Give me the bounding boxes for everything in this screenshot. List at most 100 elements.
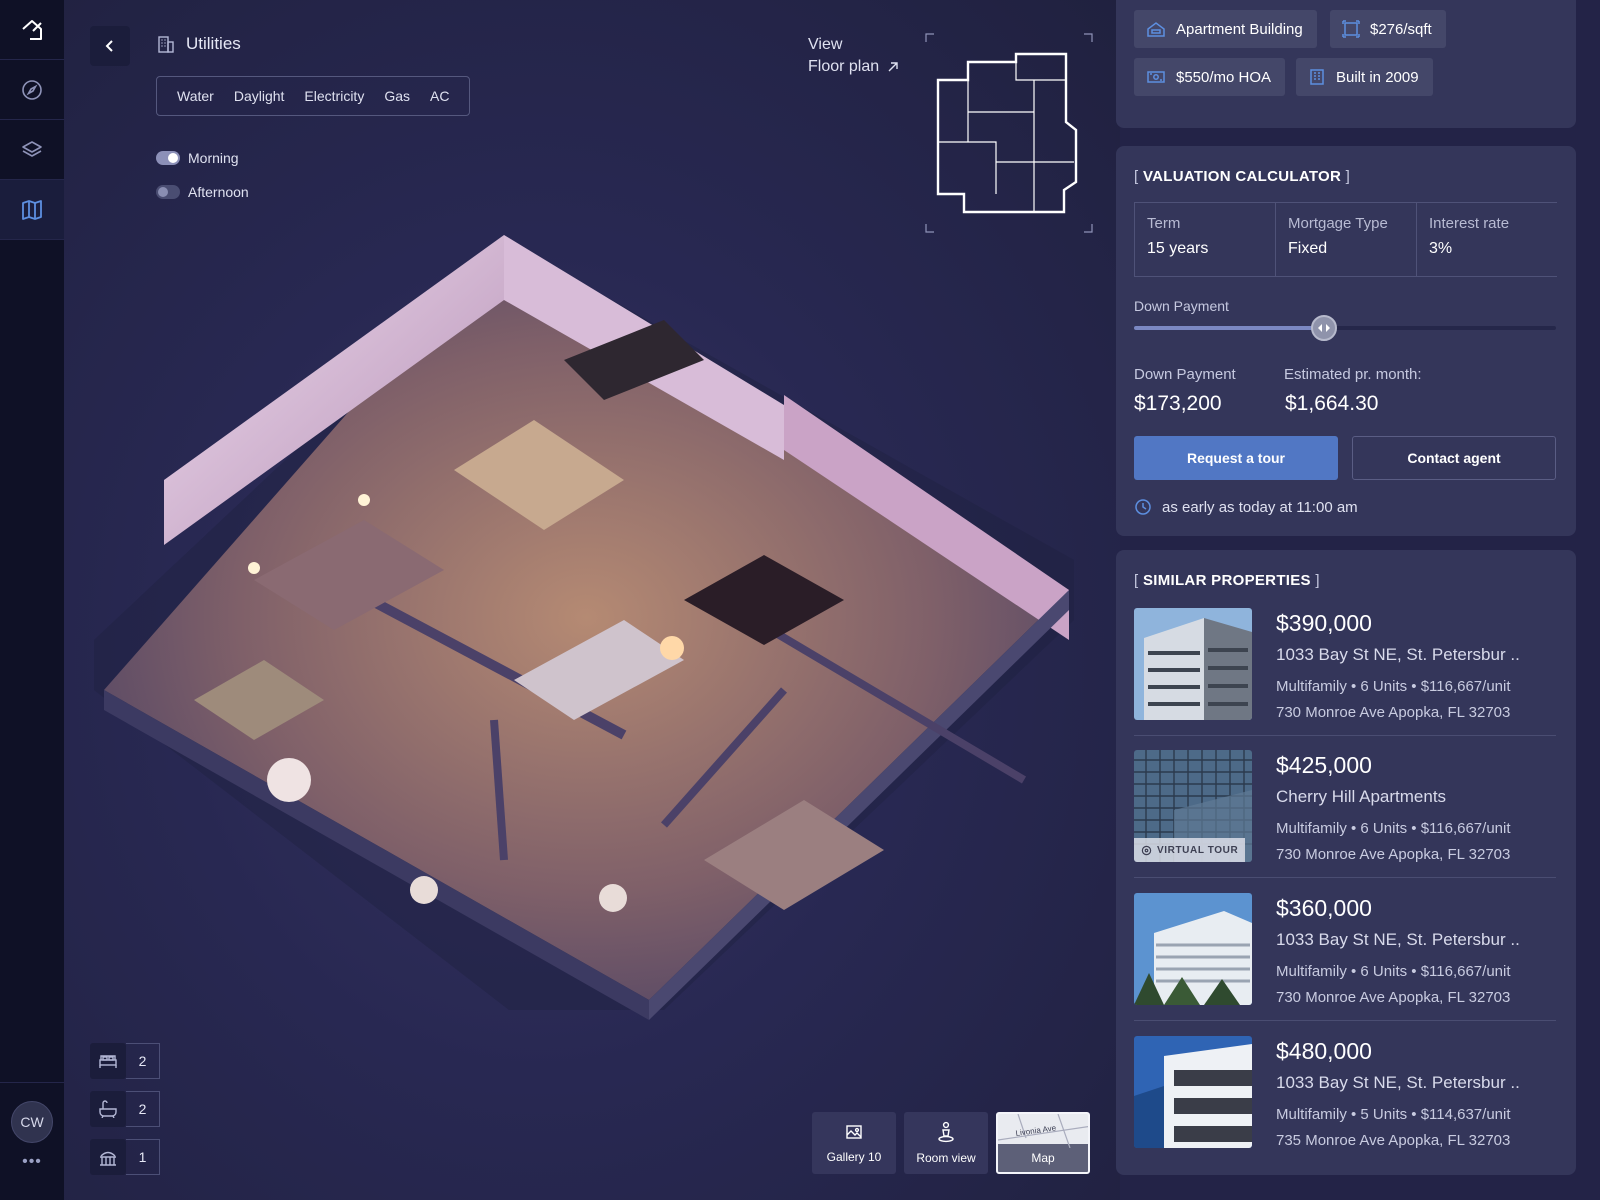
loan-terms: Term 15 years Mortgage Type Fixed Intere… xyxy=(1134,202,1557,277)
compass-icon xyxy=(22,79,42,100)
avatar[interactable]: CW xyxy=(11,1101,53,1143)
property-name: 1033 Bay St NE, St. Petersbur .. xyxy=(1276,930,1520,949)
room-counts: 2 2 1 xyxy=(90,1043,160,1187)
area-icon xyxy=(1342,20,1360,38)
divider xyxy=(1134,735,1556,736)
term-value: 15 years xyxy=(1147,240,1209,257)
similar-property-2[interactable]: VIRTUAL TOUR $425,000 Cherry Hill Apartm… xyxy=(1134,750,1556,892)
property-meta: Multifamily • 6 Units • $116,667/unit xyxy=(1276,820,1511,837)
back-button[interactable] xyxy=(90,26,130,66)
divider xyxy=(1134,1020,1556,1021)
property-meta: Multifamily • 5 Units • $114,637/unit xyxy=(1276,1106,1511,1123)
arrow-up-right-icon xyxy=(888,62,898,72)
property-name: 1033 Bay St NE, St. Petersbur .. xyxy=(1276,645,1520,664)
afternoon-toggle-row: Afternoon xyxy=(156,184,249,200)
sidebar: CW ••• xyxy=(0,0,64,1200)
map-label-bar: Map xyxy=(998,1144,1088,1172)
tab-ac[interactable]: AC xyxy=(420,88,459,104)
morning-toggle-row: Morning xyxy=(156,150,249,166)
bedrooms-count: 2 xyxy=(90,1043,160,1079)
property-address: 730 Monroe Ave Apopka, FL 32703 xyxy=(1276,989,1511,1006)
property-meta: Multifamily • 6 Units • $116,667/unit xyxy=(1276,963,1511,980)
bathrooms-value: 2 xyxy=(126,1091,160,1127)
clock-icon xyxy=(1135,499,1151,515)
request-tour-button[interactable]: Request a tour xyxy=(1134,436,1338,480)
valuation-title: [ VALUATION CALCULATOR ] xyxy=(1134,168,1351,185)
property-photo: VIRTUAL TOUR xyxy=(1134,750,1252,862)
tab-gas[interactable]: Gas xyxy=(374,88,420,104)
valuation-calculator-card: [ VALUATION CALCULATOR ] Term 15 years M… xyxy=(1116,146,1576,536)
view-mode-buttons: Gallery 10 Room view Livonia Ave Map xyxy=(812,1112,1090,1174)
property-address: 730 Monroe Ave Apopka, FL 32703 xyxy=(1276,704,1511,721)
gallery-button[interactable]: Gallery 10 xyxy=(812,1112,896,1174)
layers-button[interactable] xyxy=(0,120,64,180)
similar-properties-card: [ SIMILAR PROPERTIES ] $390,000 1033 Bay… xyxy=(1116,550,1576,1175)
explore-button[interactable] xyxy=(0,60,64,120)
bedrooms-value: 2 xyxy=(126,1043,160,1079)
360-view-icon xyxy=(1141,845,1152,855)
more-menu-icon[interactable]: ••• xyxy=(22,1153,42,1171)
mortgage-type-field[interactable]: Mortgage Type Fixed xyxy=(1275,202,1416,277)
apartment-3d-view[interactable]: Utilities Water Daylight Electricity Gas… xyxy=(64,0,1120,1200)
property-name: Cherry Hill Apartments xyxy=(1276,787,1447,806)
property-price: $360,000 xyxy=(1276,895,1372,921)
tour-availability: as early as today at 11:00 am xyxy=(1134,498,1358,516)
similar-properties-title: [ SIMILAR PROPERTIES ] xyxy=(1134,572,1320,589)
property-photo xyxy=(1134,893,1252,1005)
room-view-label: Room view xyxy=(916,1151,976,1165)
home-button[interactable] xyxy=(0,0,64,60)
term-field[interactable]: Term 15 years xyxy=(1134,202,1275,277)
down-payment-slider-fill xyxy=(1134,326,1324,330)
tab-water[interactable]: Water xyxy=(167,88,224,104)
bathrooms-count: 2 xyxy=(90,1091,160,1127)
similar-property-1[interactable]: $390,000 1033 Bay St NE, St. Petersbur .… xyxy=(1134,608,1556,750)
valuation-title-text: VALUATION CALCULATOR xyxy=(1142,168,1342,185)
afternoon-label: Afternoon xyxy=(188,184,249,200)
gallery-label: Gallery 10 xyxy=(826,1150,882,1164)
room-view-button[interactable]: Room view xyxy=(904,1112,988,1174)
utilities-tabs: Water Daylight Electricity Gas AC xyxy=(156,76,471,116)
building-icon xyxy=(1310,69,1324,85)
property-type-tag: Apartment Building xyxy=(1134,10,1317,48)
mini-map-preview: Livonia Ave xyxy=(998,1114,1088,1148)
virtual-tour-badge[interactable]: VIRTUAL TOUR xyxy=(1134,838,1246,862)
layers-icon xyxy=(22,140,42,157)
chevron-left-icon xyxy=(105,40,113,52)
similar-properties-title-text: SIMILAR PROPERTIES xyxy=(1142,572,1311,589)
interest-rate-value: 3% xyxy=(1429,240,1453,257)
property-price: $480,000 xyxy=(1276,1038,1372,1064)
down-payment-value: $173,200 xyxy=(1134,392,1222,415)
property-address: 735 Monroe Ave Apopka, FL 32703 xyxy=(1276,1132,1511,1149)
gallery-icon xyxy=(846,1125,862,1139)
balcony-icon xyxy=(90,1139,126,1175)
balconies-count: 1 xyxy=(90,1139,160,1175)
apartment-icon xyxy=(1147,22,1165,37)
similar-property-3[interactable]: $360,000 1033 Bay St NE, St. Petersbur .… xyxy=(1134,893,1556,1035)
tab-electricity[interactable]: Electricity xyxy=(294,88,374,104)
property-photo xyxy=(1134,1036,1252,1148)
mortgage-type-label: Mortgage Type xyxy=(1288,215,1388,232)
morning-toggle[interactable] xyxy=(156,151,180,165)
floor-plan-thumbnail[interactable] xyxy=(924,32,1094,234)
price-per-sqft-tag: $276/sqft xyxy=(1330,10,1446,48)
utilities-header: Utilities xyxy=(156,34,241,54)
contact-agent-button[interactable]: Contact agent xyxy=(1352,436,1556,480)
morning-label: Morning xyxy=(188,150,239,166)
money-icon xyxy=(1147,71,1165,83)
map-view-button[interactable] xyxy=(0,180,64,240)
down-payment-slider-handle[interactable] xyxy=(1310,315,1337,341)
down-payment-slider-label: Down Payment xyxy=(1134,298,1229,314)
view-floor-plan-link[interactable]: View Floor plan xyxy=(808,34,899,78)
down-payment-slider[interactable] xyxy=(1134,315,1556,341)
down-payment-label: Down Payment xyxy=(1134,366,1236,383)
map-button[interactable]: Livonia Ave Map xyxy=(996,1112,1090,1174)
tab-daylight[interactable]: Daylight xyxy=(224,88,295,104)
interest-rate-field[interactable]: Interest rate 3% xyxy=(1416,202,1557,277)
map-label: Map xyxy=(1031,1151,1055,1165)
hoa-tag: $550/mo HOA xyxy=(1134,58,1286,96)
utilities-title: Utilities xyxy=(186,34,241,53)
property-photo xyxy=(1134,608,1252,720)
afternoon-toggle[interactable] xyxy=(156,185,180,199)
similar-property-4[interactable]: $480,000 1033 Bay St NE, St. Petersbur .… xyxy=(1134,1036,1556,1178)
monthly-estimate-label: Estimated pr. month: xyxy=(1284,366,1422,383)
